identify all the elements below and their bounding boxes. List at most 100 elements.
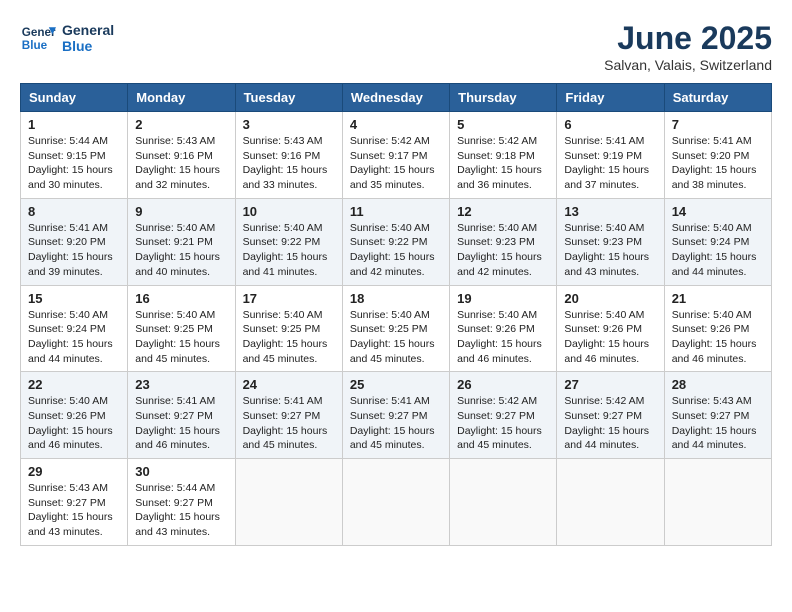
day-number: 24	[243, 377, 335, 392]
day-cell: 17 Sunrise: 5:40 AMSunset: 9:25 PMDayligh…	[235, 285, 342, 372]
day-number: 8	[28, 204, 120, 219]
week-row-2: 8Sunrise: 5:41 AMSunset: 9:20 PMDaylight…	[21, 198, 772, 285]
day-cell	[450, 459, 557, 546]
day-cell: 7Sunrise: 5:41 AMSunset: 9:20 PMDaylight…	[664, 112, 771, 199]
day-info: Sunrise: 5:40 AMSunset: 9:22 PMDaylight:…	[350, 221, 442, 280]
day-cell: 22 Sunrise: 5:40 AMSunset: 9:26 PMDayligh…	[21, 372, 128, 459]
day-info: Sunrise: 5:42 AMSunset: 9:17 PMDaylight:…	[350, 134, 442, 193]
day-number: 21	[672, 291, 764, 306]
day-number: 29	[28, 464, 120, 479]
day-info: Sunrise: 5:40 AMSunset: 9:24 PMDaylight:…	[28, 308, 120, 367]
day-cell: 14Sunrise: 5:40 AMSunset: 9:24 PMDayligh…	[664, 198, 771, 285]
day-cell: 29 Sunrise: 5:43 AMSunset: 9:27 PMDayligh…	[21, 459, 128, 546]
month-title: June 2025	[604, 20, 772, 57]
logo: General Blue General Blue	[20, 20, 114, 56]
location-title: Salvan, Valais, Switzerland	[604, 57, 772, 73]
day-cell: 15 Sunrise: 5:40 AMSunset: 9:24 PMDayligh…	[21, 285, 128, 372]
day-info: Sunrise: 5:41 AMSunset: 9:27 PMDaylight:…	[350, 394, 442, 453]
day-info: Sunrise: 5:40 AMSunset: 9:26 PMDaylight:…	[564, 308, 656, 367]
day-info: Sunrise: 5:40 AMSunset: 9:23 PMDaylight:…	[564, 221, 656, 280]
day-number: 1	[28, 117, 120, 132]
day-number: 27	[564, 377, 656, 392]
day-number: 17	[243, 291, 335, 306]
day-info: Sunrise: 5:41 AMSunset: 9:27 PMDaylight:…	[135, 394, 227, 453]
day-number: 19	[457, 291, 549, 306]
day-cell: 10 Sunrise: 5:40 AMSunset: 9:22 PMDayligh…	[235, 198, 342, 285]
column-headers: SundayMondayTuesdayWednesdayThursdayFrid…	[21, 84, 772, 112]
day-number: 11	[350, 204, 442, 219]
day-cell: 5 Sunrise: 5:42 AMSunset: 9:18 PMDaylight…	[450, 112, 557, 199]
week-row-4: 22 Sunrise: 5:40 AMSunset: 9:26 PMDayligh…	[21, 372, 772, 459]
calendar-table: SundayMondayTuesdayWednesdayThursdayFrid…	[20, 83, 772, 546]
day-cell: 28Sunrise: 5:43 AMSunset: 9:27 PMDayligh…	[664, 372, 771, 459]
day-cell: 21 Sunrise: 5:40 AMSunset: 9:26 PMDayligh…	[664, 285, 771, 372]
title-area: June 2025 Salvan, Valais, Switzerland	[604, 20, 772, 73]
day-number: 16	[135, 291, 227, 306]
day-number: 6	[564, 117, 656, 132]
day-number: 23	[135, 377, 227, 392]
day-info: Sunrise: 5:44 AMSunset: 9:15 PMDaylight:…	[28, 134, 120, 193]
logo-general: General	[62, 22, 114, 38]
day-cell	[342, 459, 449, 546]
day-info: Sunrise: 5:42 AMSunset: 9:27 PMDaylight:…	[457, 394, 549, 453]
day-cell: 3 Sunrise: 5:43 AMSunset: 9:16 PMDaylight…	[235, 112, 342, 199]
day-cell: 19Sunrise: 5:40 AMSunset: 9:26 PMDayligh…	[450, 285, 557, 372]
day-info: Sunrise: 5:40 AMSunset: 9:25 PMDaylight:…	[135, 308, 227, 367]
day-cell: 20 Sunrise: 5:40 AMSunset: 9:26 PMDayligh…	[557, 285, 664, 372]
day-number: 15	[28, 291, 120, 306]
day-number: 3	[243, 117, 335, 132]
day-number: 22	[28, 377, 120, 392]
day-number: 4	[350, 117, 442, 132]
column-header-wednesday: Wednesday	[342, 84, 449, 112]
week-row-1: 1 Sunrise: 5:44 AMSunset: 9:15 PMDaylight…	[21, 112, 772, 199]
day-cell	[664, 459, 771, 546]
day-number: 18	[350, 291, 442, 306]
day-info: Sunrise: 5:42 AMSunset: 9:27 PMDaylight:…	[564, 394, 656, 453]
day-info: Sunrise: 5:43 AMSunset: 9:16 PMDaylight:…	[135, 134, 227, 193]
day-info: Sunrise: 5:43 AMSunset: 9:27 PMDaylight:…	[28, 481, 120, 540]
week-row-5: 29 Sunrise: 5:43 AMSunset: 9:27 PMDayligh…	[21, 459, 772, 546]
day-cell: 23 Sunrise: 5:41 AMSunset: 9:27 PMDayligh…	[128, 372, 235, 459]
day-number: 12	[457, 204, 549, 219]
day-cell: 8Sunrise: 5:41 AMSunset: 9:20 PMDaylight…	[21, 198, 128, 285]
week-row-3: 15 Sunrise: 5:40 AMSunset: 9:24 PMDayligh…	[21, 285, 772, 372]
day-info: Sunrise: 5:40 AMSunset: 9:25 PMDaylight:…	[350, 308, 442, 367]
day-number: 26	[457, 377, 549, 392]
day-cell: 4 Sunrise: 5:42 AMSunset: 9:17 PMDaylight…	[342, 112, 449, 199]
column-header-sunday: Sunday	[21, 84, 128, 112]
day-info: Sunrise: 5:40 AMSunset: 9:22 PMDaylight:…	[243, 221, 335, 280]
day-info: Sunrise: 5:40 AMSunset: 9:26 PMDaylight:…	[672, 308, 764, 367]
column-header-thursday: Thursday	[450, 84, 557, 112]
column-header-friday: Friday	[557, 84, 664, 112]
day-cell	[557, 459, 664, 546]
day-number: 7	[672, 117, 764, 132]
day-number: 2	[135, 117, 227, 132]
svg-text:Blue: Blue	[22, 39, 48, 52]
day-info: Sunrise: 5:42 AMSunset: 9:18 PMDaylight:…	[457, 134, 549, 193]
day-number: 5	[457, 117, 549, 132]
day-cell: 26 Sunrise: 5:42 AMSunset: 9:27 PMDayligh…	[450, 372, 557, 459]
day-cell: 2 Sunrise: 5:43 AMSunset: 9:16 PMDaylight…	[128, 112, 235, 199]
day-number: 20	[564, 291, 656, 306]
day-cell: 30 Sunrise: 5:44 AMSunset: 9:27 PMDayligh…	[128, 459, 235, 546]
day-number: 10	[243, 204, 335, 219]
day-cell: 27 Sunrise: 5:42 AMSunset: 9:27 PMDayligh…	[557, 372, 664, 459]
day-number: 13	[564, 204, 656, 219]
day-info: Sunrise: 5:44 AMSunset: 9:27 PMDaylight:…	[135, 481, 227, 540]
day-number: 30	[135, 464, 227, 479]
column-header-monday: Monday	[128, 84, 235, 112]
day-info: Sunrise: 5:40 AMSunset: 9:25 PMDaylight:…	[243, 308, 335, 367]
day-number: 25	[350, 377, 442, 392]
page-header: General Blue General Blue June 2025 Salv…	[20, 20, 772, 73]
day-info: Sunrise: 5:41 AMSunset: 9:27 PMDaylight:…	[243, 394, 335, 453]
day-info: Sunrise: 5:43 AMSunset: 9:16 PMDaylight:…	[243, 134, 335, 193]
day-info: Sunrise: 5:40 AMSunset: 9:21 PMDaylight:…	[135, 221, 227, 280]
day-info: Sunrise: 5:40 AMSunset: 9:23 PMDaylight:…	[457, 221, 549, 280]
day-cell: 24 Sunrise: 5:41 AMSunset: 9:27 PMDayligh…	[235, 372, 342, 459]
column-header-tuesday: Tuesday	[235, 84, 342, 112]
day-cell: 18 Sunrise: 5:40 AMSunset: 9:25 PMDayligh…	[342, 285, 449, 372]
day-cell: 9Sunrise: 5:40 AMSunset: 9:21 PMDaylight…	[128, 198, 235, 285]
day-info: Sunrise: 5:40 AMSunset: 9:26 PMDaylight:…	[28, 394, 120, 453]
day-cell: 12 Sunrise: 5:40 AMSunset: 9:23 PMDayligh…	[450, 198, 557, 285]
day-cell: 11 Sunrise: 5:40 AMSunset: 9:22 PMDayligh…	[342, 198, 449, 285]
